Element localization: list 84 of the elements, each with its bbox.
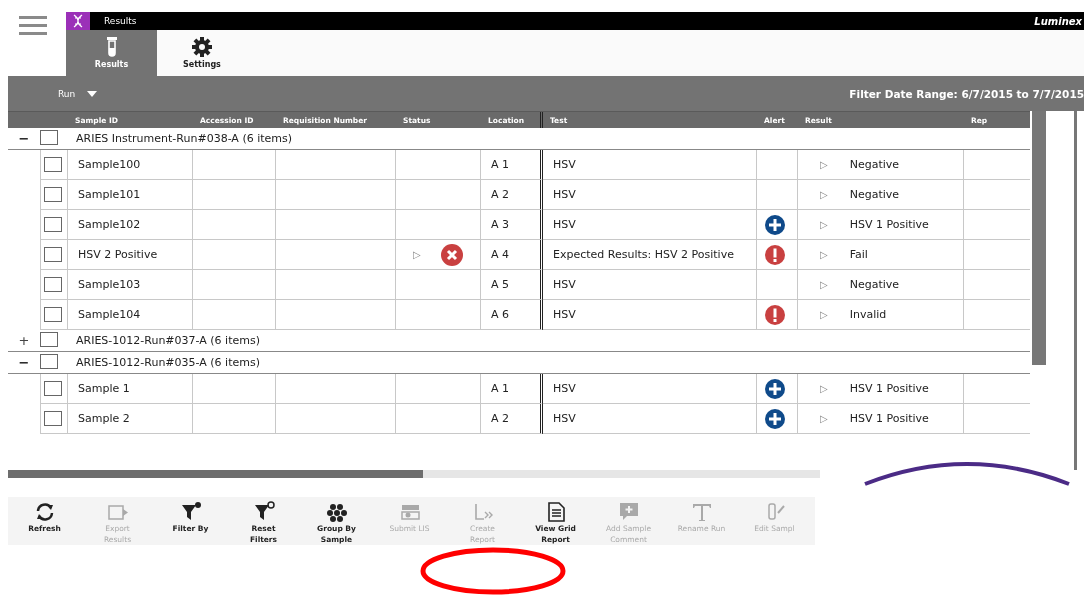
filter-icon (179, 501, 202, 523)
location: A 2 (491, 412, 510, 425)
brand-logo: Luminex (1034, 15, 1083, 27)
result: HSV 1 Positive (849, 382, 929, 395)
location: A 1 (491, 158, 510, 171)
checkbox[interactable] (44, 247, 62, 262)
test-name: Expected Results: HSV 2 Positive (553, 248, 734, 261)
play-marker[interactable]: ▷ (820, 383, 828, 394)
group-title: ARIES-1012-Run#035-A (6 items) (76, 356, 260, 369)
tube-icon (106, 37, 117, 57)
sample-id: Sample103 (78, 278, 141, 291)
location: A 4 (491, 248, 510, 261)
alert-icon (765, 244, 785, 265)
run-dropdown[interactable]: Run (58, 88, 98, 99)
expand-toggle[interactable]: − (18, 355, 30, 370)
play-marker[interactable]: ▷ (413, 249, 421, 260)
comment-icon (617, 501, 640, 523)
checkbox[interactable] (40, 331, 58, 347)
filter-reset-icon (252, 501, 275, 523)
run-label: Run (58, 88, 76, 99)
sample-id: Sample 2 (78, 412, 130, 425)
sample-id: Sample101 (78, 188, 141, 201)
location: A 3 (491, 218, 510, 231)
group-title: ARIES Instrument-Run#038-A (6 items) (76, 132, 293, 145)
menu-icon[interactable] (19, 15, 47, 37)
checkbox[interactable] (40, 353, 58, 369)
result: Negative (849, 158, 900, 171)
text-icon (690, 501, 713, 523)
checkbox[interactable] (40, 129, 58, 145)
play-marker[interactable]: ▷ (820, 309, 828, 320)
sample-id: Sample104 (78, 308, 141, 321)
checkbox[interactable] (44, 157, 62, 172)
test-name: HSV (553, 308, 576, 321)
result: Negative (849, 188, 900, 201)
test-name: HSV (553, 278, 576, 291)
sample-id: Sample100 (78, 158, 141, 171)
result: HSV 1 Positive (849, 412, 929, 425)
checkbox[interactable] (44, 217, 62, 232)
play-marker[interactable]: ▷ (820, 249, 828, 260)
sample-id: HSV 2 Positive (78, 248, 158, 261)
play-marker[interactable]: ▷ (820, 219, 828, 230)
test-name: HSV (553, 382, 576, 395)
result: HSV 1 Positive (849, 218, 929, 231)
app-title: Results (104, 16, 137, 26)
gear-icon (192, 37, 212, 57)
scrollbar[interactable] (1032, 111, 1046, 365)
sample-id: Sample102 (78, 218, 141, 231)
date-range: Filter Date Range: 6/7/2015 to 7/7/2015 (849, 87, 1084, 100)
plus-icon (765, 408, 785, 429)
expand-toggle[interactable]: + (18, 333, 30, 348)
expand-toggle[interactable]: − (18, 131, 30, 146)
checkbox[interactable] (44, 411, 62, 426)
tab[interactable]: Results (66, 30, 157, 76)
result: Fail (849, 248, 868, 261)
plus-icon (765, 214, 785, 235)
tab[interactable]: Settings (157, 30, 247, 76)
caret-icon (87, 90, 98, 97)
test-name: HSV (553, 218, 576, 231)
result: Invalid (849, 308, 887, 321)
location: A 5 (491, 278, 510, 291)
play-marker[interactable]: ▷ (820, 159, 828, 170)
scrollbar-thumb[interactable] (8, 470, 423, 478)
location: A 1 (491, 382, 510, 395)
play-marker[interactable]: ▷ (820, 189, 828, 200)
test-name: HSV (553, 412, 576, 425)
location: A 6 (491, 308, 510, 321)
error-icon (440, 243, 463, 266)
plus-icon (765, 378, 785, 399)
dna-icon (66, 12, 90, 30)
alert-icon (765, 304, 785, 325)
play-marker[interactable]: ▷ (820, 279, 828, 290)
group-title: ARIES-1012-Run#037-A (6 items) (76, 334, 260, 347)
test-name: HSV (553, 158, 576, 171)
sample-id: Sample 1 (78, 382, 130, 395)
result: Negative (849, 278, 900, 291)
checkbox[interactable] (44, 381, 62, 396)
dots-icon (325, 501, 348, 523)
test-name: HSV (553, 188, 576, 201)
checkbox[interactable] (44, 277, 62, 292)
location: A 2 (491, 188, 510, 201)
checkbox[interactable] (44, 187, 62, 202)
checkbox[interactable] (44, 307, 62, 322)
scrollbar-track[interactable] (8, 470, 820, 478)
play-marker[interactable]: ▷ (820, 413, 828, 424)
